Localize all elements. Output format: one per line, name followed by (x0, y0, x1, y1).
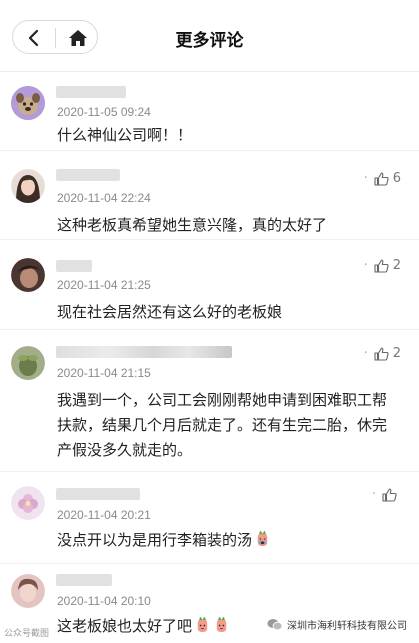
comment-item: 2020-11-04 20:21 没点开以为是用行李箱装的汤 · (0, 472, 419, 564)
like-button[interactable]: · 2 (364, 346, 401, 361)
comment-item: 2020-11-04 21:25 现在社会居然还有这么好的老板娘 · 2 (0, 240, 419, 330)
flower-avatar-icon (11, 486, 45, 520)
username-blurred (56, 488, 140, 500)
like-button[interactable]: · (372, 487, 401, 502)
watermark-left: 公众号截图 (4, 629, 50, 639)
username-blurred (56, 86, 126, 98)
person-avatar-icon (11, 574, 45, 608)
peach-emoji-icon (216, 617, 227, 633)
username-blurred (56, 260, 92, 272)
timestamp: 2020-11-04 21:25 (57, 278, 151, 292)
peach-emoji-icon (197, 617, 208, 633)
comment-item: 2020-11-04 21:15 我遇到一个，公司工会刚刚帮她申请到困难职工帮扶… (0, 330, 419, 472)
comment-text-content: 没点开以为是用行李箱装的汤 (57, 531, 253, 549)
comment-text: 没点开以为是用行李箱装的汤 (57, 528, 397, 553)
separator-dot: · (363, 346, 368, 361)
comment-item: 2020-11-05 09:24 什么神仙公司啊！！ (0, 73, 419, 151)
timestamp: 2020-11-05 09:24 (57, 105, 151, 119)
comment-text: 我遇到一个，公司工会刚刚帮她申请到困难职工帮扶款，结果几个月后就走了。还有生完二… (57, 391, 388, 459)
comment-text: 现在社会居然还有这么好的老板娘 (57, 303, 283, 321)
separator-dot: · (371, 487, 376, 502)
avatar[interactable] (11, 86, 45, 120)
like-count: 2 (392, 258, 401, 273)
wechat-icon (267, 619, 283, 631)
thumbs-up-icon (374, 346, 389, 361)
plant-avatar-icon (11, 346, 45, 380)
like-button[interactable]: · 6 (364, 171, 401, 186)
avatar[interactable] (11, 486, 45, 520)
dog-avatar-icon (11, 86, 45, 120)
thumbs-up-icon (382, 487, 397, 502)
thumbs-up-icon (374, 171, 389, 186)
username-blurred (56, 169, 120, 181)
avatar[interactable] (11, 346, 45, 380)
timestamp: 2020-11-04 21:15 (57, 366, 151, 380)
comment-text: 这种老板真希望她生意兴隆，真的太好了 (57, 216, 328, 234)
timestamp: 2020-11-04 20:10 (57, 594, 151, 608)
like-count: 2 (392, 346, 401, 361)
watermark-company: 深圳市海利轩科技有限公司 (287, 621, 407, 632)
crying-emoji-icon (257, 531, 268, 547)
separator-dot: · (363, 258, 368, 273)
username-blurred (56, 574, 112, 586)
page-title: 更多评论 (175, 31, 244, 51)
like-button[interactable]: · 2 (364, 258, 401, 273)
separator-dot: · (363, 171, 368, 186)
thumbs-up-icon (374, 258, 389, 273)
person-avatar-icon (11, 169, 45, 203)
avatar[interactable] (11, 258, 45, 292)
top-navigation-bar: 更多评论 (0, 0, 419, 72)
timestamp: 2020-11-04 22:24 (57, 191, 151, 205)
like-count: 6 (392, 171, 401, 186)
username-blurred (56, 346, 232, 358)
timestamp: 2020-11-04 20:21 (57, 508, 151, 522)
comment-text-content: 这老板娘也太好了吧 (57, 617, 193, 635)
avatar[interactable] (11, 574, 45, 608)
comment-text: 什么神仙公司啊！！ (57, 126, 193, 144)
person-avatar-icon (11, 258, 45, 292)
avatar[interactable] (11, 169, 45, 203)
comment-item: 2020-11-04 22:24 这种老板真希望她生意兴隆，真的太好了 · 6 (0, 151, 419, 240)
watermark-right: 深圳市海利轩科技有限公司 (265, 616, 409, 633)
